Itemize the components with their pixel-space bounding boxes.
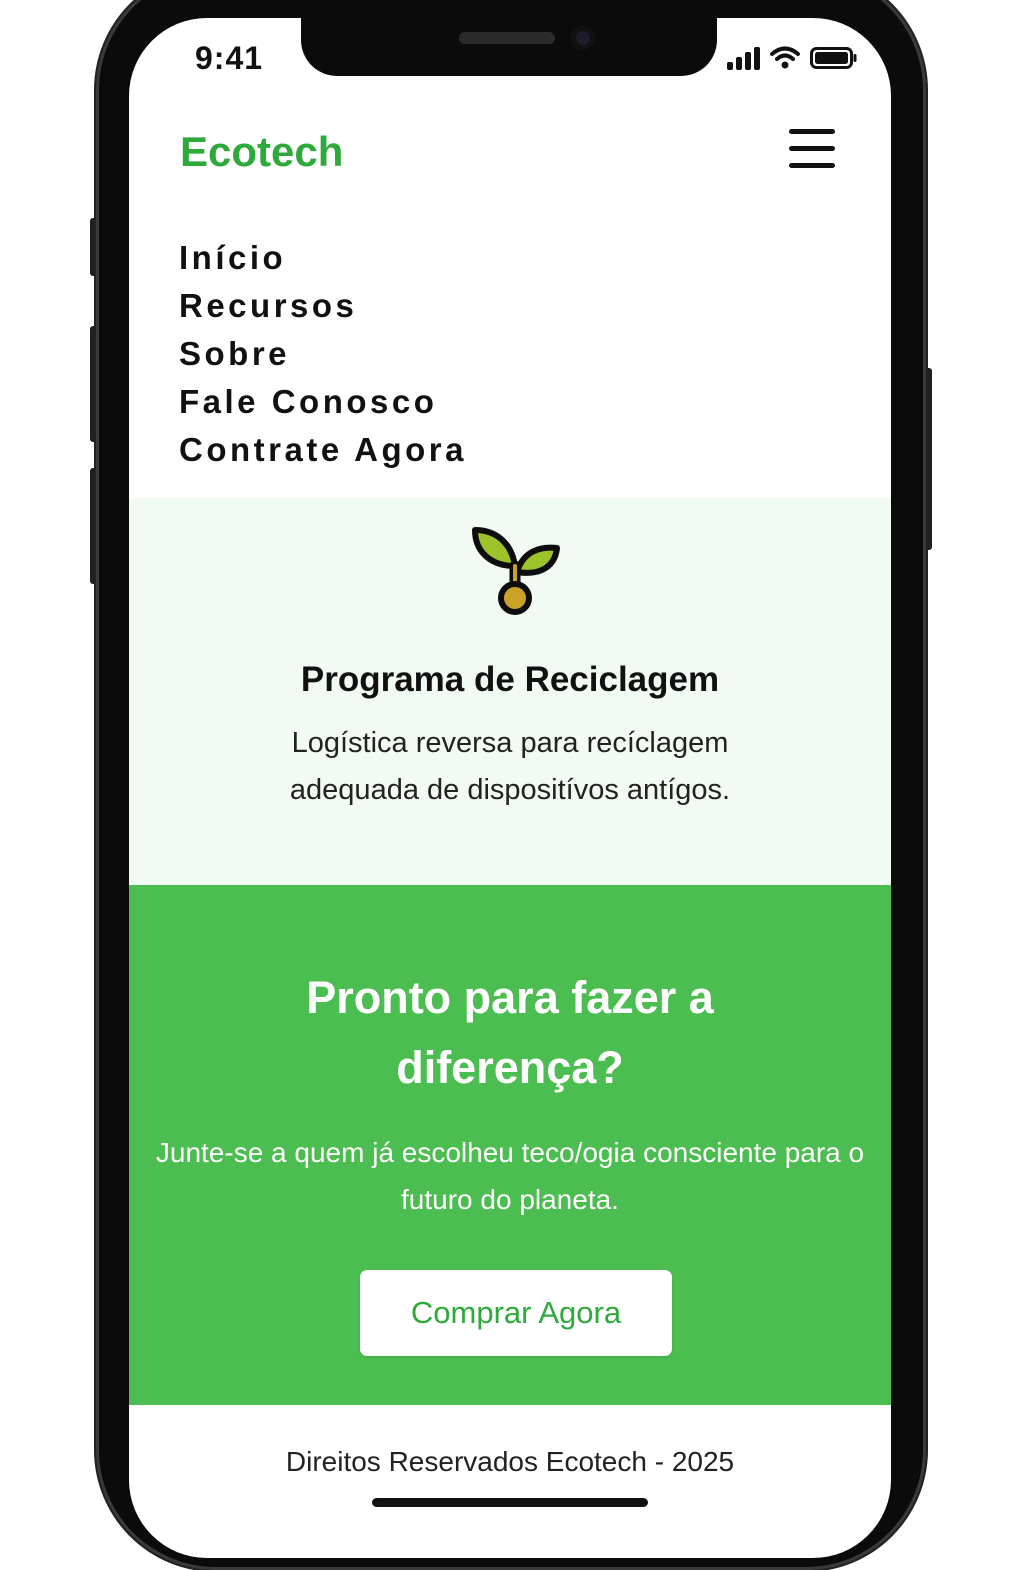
- main-nav: Início Recursos Sobre Fale Conosco Contr…: [179, 234, 467, 474]
- speaker: [459, 32, 555, 44]
- status-icons: [727, 44, 858, 70]
- nav-item-contrate-agora[interactable]: Contrate Agora: [179, 426, 467, 474]
- buy-now-button[interactable]: Comprar Agora: [360, 1270, 672, 1356]
- signal-icon: [727, 47, 760, 70]
- cta-section: Pronto para fazer a diferença? Junte-se …: [129, 885, 891, 1405]
- power-button: [925, 368, 932, 550]
- footer-text: Direitos Reservados Ecotech - 2025: [285, 1446, 735, 1477]
- site-logo[interactable]: Ecotech: [180, 128, 343, 176]
- nav-item-fale-conosco[interactable]: Fale Conosco: [179, 378, 467, 426]
- notch: [301, 18, 717, 76]
- feature-description: Logística reversa para recíclagem adequa…: [289, 727, 731, 806]
- hamburger-menu-icon[interactable]: [789, 126, 837, 174]
- feature-title: Programa de Reciclagem: [300, 660, 720, 699]
- home-indicator[interactable]: [372, 1498, 648, 1507]
- status-time: 9:41: [195, 40, 264, 76]
- battery-icon: [810, 47, 857, 69]
- cta-title: Pronto para fazer a diferença?: [306, 972, 714, 1093]
- sprout-icon: [472, 527, 560, 615]
- wifi-icon: [770, 46, 800, 69]
- nav-item-inicio[interactable]: Início: [179, 234, 467, 282]
- cta-text: Junte-se a quem já escolheu teco/ogia co…: [155, 1137, 865, 1215]
- phone-screen: 9:41 Ecotech Início Recursos Sobre Fale …: [129, 18, 891, 1558]
- feature-recycling: Programa de Reciclagem Logística reversa…: [129, 498, 891, 885]
- nav-item-recursos[interactable]: Recursos: [179, 282, 467, 330]
- nav-item-sobre[interactable]: Sobre: [179, 330, 467, 378]
- camera-icon: [571, 26, 595, 50]
